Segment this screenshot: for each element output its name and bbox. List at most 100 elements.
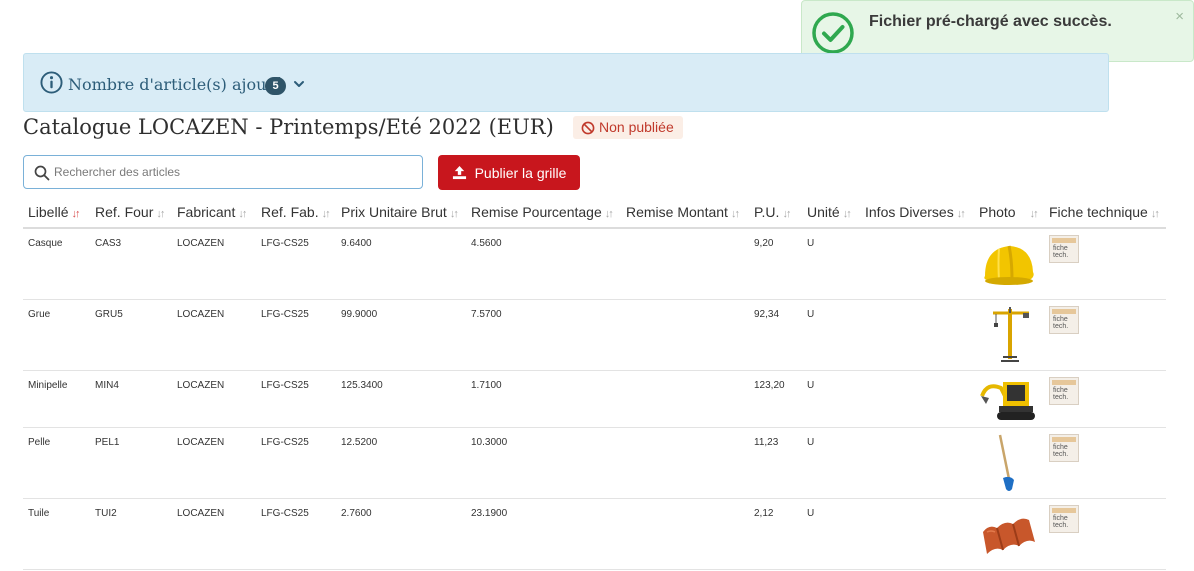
cell-libelle: Casque [23,228,90,300]
added-items-label: Nombre d'article(s) ajouté [68,75,283,94]
publish-button[interactable]: Publier la grille [438,155,580,190]
cell-fabricant: LOCAZEN [172,370,256,428]
cell-ref-four: GRU5 [90,299,172,371]
datasheet-icon[interactable] [1049,305,1079,334]
cell-fiche [1044,427,1166,499]
search-input[interactable] [54,156,414,188]
table-row: Minipelle MIN4 LOCAZEN LFG-CS25 125.3400… [23,370,1166,428]
col-header[interactable]: Photo ↓↑ [974,196,1044,229]
status-badge: Non publiée [573,116,683,139]
datasheet-icon[interactable] [1049,376,1079,405]
table-row: Grue GRU5 LOCAZEN LFG-CS25 99.9000 7.570… [23,299,1166,371]
chevron-down-icon[interactable] [292,77,306,91]
cell-pu: 9,20 [749,228,802,300]
cell-photo [974,228,1044,300]
col-header[interactable]: P.U. ↓↑ [749,196,802,229]
col-header[interactable]: Ref. Fab. ↓↑ [256,196,336,229]
cell-infos [860,498,974,570]
cell-remise-montant [621,427,749,499]
added-items-count-badge: 5 [265,77,286,95]
table-row: Pelle PEL1 LOCAZEN LFG-CS25 12.5200 10.3… [23,427,1166,499]
col-header[interactable]: Libellé ↓↑ [23,196,90,229]
cell-libelle: Tuile [23,498,90,570]
search-box [23,155,423,189]
cell-ref-four: TUI2 [90,498,172,570]
col-header[interactable]: Ref. Four ↓↑ [90,196,172,229]
sort-icon: ↓↑ [449,207,459,220]
toast-message: Fichier pré-chargé avec succès. [869,13,1112,30]
cell-remise-pct: 23.1900 [466,498,621,570]
cell-remise-pct: 10.3000 [466,427,621,499]
added-items-alert[interactable]: Nombre d'article(s) ajouté 5 [23,53,1109,112]
cell-ref-fab: LFG-CS25 [256,299,336,371]
sort-icon: ↓↑ [238,207,247,220]
shovel-photo[interactable] [979,430,1037,495]
cell-photo [974,498,1044,570]
datasheet-icon[interactable] [1049,433,1079,462]
helmet-photo[interactable] [979,232,1039,294]
cell-fiche [1044,299,1166,371]
sort-icon: ↓↑ [730,207,740,220]
cell-ref-four: PEL1 [90,427,172,499]
col-header[interactable]: Remise Pourcentage ↓↑ [466,196,621,229]
col-header[interactable]: Prix Unitaire Brut ↓↑ [336,196,466,229]
cell-infos [860,228,974,300]
col-header[interactable]: Fabricant ↓↑ [172,196,256,229]
cell-ref-fab: LFG-CS25 [256,370,336,428]
cell-remise-montant [621,228,749,300]
cell-pu: 2,12 [749,498,802,570]
toast-close-button[interactable]: × [1175,8,1184,25]
datasheet-icon[interactable] [1049,504,1079,533]
sort-icon: ↓↑ [1029,207,1039,220]
roof-tile-photo[interactable] [979,501,1039,564]
cell-fabricant: LOCAZEN [172,427,256,499]
cell-libelle: Grue [23,299,90,371]
cell-fiche [1044,498,1166,570]
cell-remise-pct: 4.5600 [466,228,621,300]
crane-photo[interactable] [979,302,1039,365]
cell-remise-montant [621,498,749,570]
cell-unite: U [802,427,860,499]
sort-icon: ↓↑ [156,207,165,220]
cell-infos [860,370,974,428]
cell-fiche [1044,228,1166,300]
cell-prix-brut: 125.3400 [336,370,466,428]
articles-table: Libellé ↓↑ Ref. Four ↓↑ Fabricant ↓↑ Ref. F… [23,196,1166,570]
datasheet-icon[interactable] [1049,235,1079,263]
ban-icon [581,121,595,134]
cell-fabricant: LOCAZEN [172,498,256,570]
cell-prix-brut: 99.9000 [336,299,466,371]
cell-prix-brut: 2.7600 [336,498,466,570]
col-header[interactable]: Remise Montant ↓↑ [621,196,749,229]
cell-pu: 92,34 [749,299,802,371]
cell-infos [860,427,974,499]
cell-ref-four: CAS3 [90,228,172,300]
cell-unite: U [802,299,860,371]
cell-remise-pct: 7.5700 [466,299,621,371]
col-header[interactable]: Fiche technique ↓↑ [1044,196,1166,229]
search-icon [34,165,50,181]
col-header[interactable]: Unité ↓↑ [802,196,860,229]
cell-libelle: Minipelle [23,370,90,428]
sort-icon: ↓↑ [842,207,852,220]
cell-prix-brut: 12.5200 [336,427,466,499]
cell-photo [974,427,1044,499]
table-header-row: Libellé ↓↑ Ref. Four ↓↑ Fabricant ↓↑ Ref. F… [23,196,1166,229]
cell-unite: U [802,370,860,428]
status-label: Non publiée [599,119,674,135]
cell-remise-pct: 1.7100 [466,370,621,428]
cell-libelle: Pelle [23,427,90,499]
check-circle-icon [812,12,854,54]
cell-fabricant: LOCAZEN [172,299,256,371]
col-header[interactable]: Infos Diverses ↓↑ [860,196,974,229]
sort-icon: ↓↑ [604,207,614,220]
cell-fabricant: LOCAZEN [172,228,256,300]
sort-asc-icon: ↓↑ [71,207,80,220]
cell-ref-four: MIN4 [90,370,172,428]
table-row: Casque CAS3 LOCAZEN LFG-CS25 9.6400 4.56… [23,228,1166,300]
sort-icon: ↓↑ [321,207,331,220]
cell-unite: U [802,498,860,570]
cell-pu: 123,20 [749,370,802,428]
excavator-photo[interactable] [979,373,1037,424]
upload-icon [452,165,466,180]
